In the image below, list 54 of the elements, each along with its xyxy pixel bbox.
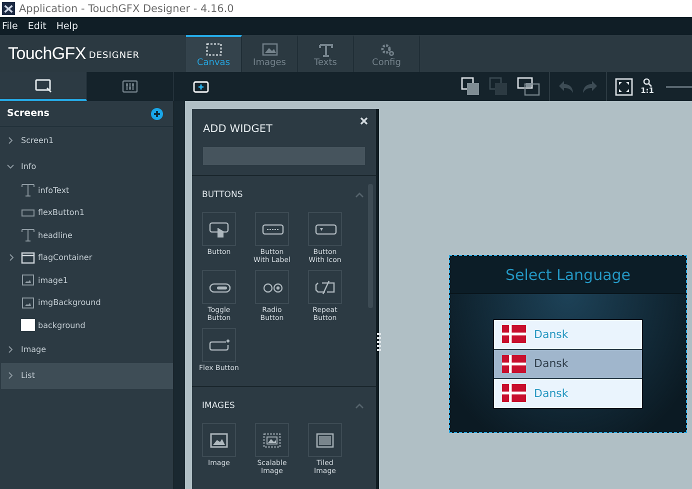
text-icon — [21, 183, 35, 198]
panel-title: ADD WIDGET — [203, 123, 274, 135]
section-title: IMAGES — [202, 401, 235, 412]
tree-item[interactable]: flagContainer — [38, 253, 92, 262]
menu-item[interactable]: Edit — [28, 20, 50, 32]
tree-item[interactable]: imgBackground — [38, 298, 101, 308]
add-screen-icon[interactable] — [151, 108, 163, 120]
screen-title: Select Language — [450, 256, 686, 294]
tree-item[interactable]: infoText — [38, 186, 70, 195]
close-icon[interactable] — [360, 117, 368, 125]
menu-item[interactable]: Help — [56, 20, 82, 32]
screen-preview[interactable]: Select Language Dansk Dansk Dansk — [449, 255, 687, 433]
tab[interactable]: Canvas — [186, 35, 242, 72]
search-icon — [642, 78, 652, 88]
search-field[interactable] — [203, 147, 365, 165]
tree-item[interactable]: Info — [1, 153, 173, 179]
chevron-right-icon[interactable] — [8, 254, 15, 262]
tree-item[interactable]: List — [1, 362, 173, 388]
screen-icon — [34, 78, 52, 92]
text-icon — [316, 42, 334, 56]
chevron-right-icon[interactable] — [7, 136, 14, 144]
container-icon — [21, 250, 35, 265]
arrange-icon[interactable] — [516, 76, 541, 96]
tree-item[interactable]: Screen1 — [1, 127, 173, 153]
app-icon — [2, 2, 15, 15]
bring-front-icon[interactable] — [460, 76, 481, 96]
panel-tab[interactable] — [0, 72, 87, 101]
flag-icon — [502, 325, 526, 344]
sliders-icon — [122, 80, 138, 94]
box-icon — [21, 318, 35, 332]
tree-item[interactable]: background — [38, 320, 86, 330]
add-icon — [193, 80, 209, 92]
flag-icon — [502, 384, 526, 402]
image-icon — [260, 42, 278, 56]
language-row[interactable]: Dansk — [494, 350, 642, 378]
logo: TouchGFX DESIGNER — [7, 42, 141, 64]
fit-screen-icon[interactable] — [614, 78, 633, 96]
image-icon — [21, 273, 35, 288]
image-icon — [21, 296, 35, 310]
chevron-right-icon[interactable] — [7, 346, 14, 353]
flag-icon — [502, 354, 526, 373]
panel-title: Screens — [7, 108, 50, 119]
resize-handle[interactable] — [377, 333, 381, 351]
tree-item[interactable]: image1 — [38, 276, 68, 285]
section-title: BUTTONS — [202, 190, 243, 200]
menu-item[interactable]: File — [2, 20, 22, 32]
text-icon — [21, 228, 35, 242]
tree-item[interactable]: Image — [1, 336, 173, 362]
window-title: Application - TouchGFX Designer - 4.16.0 — [19, 2, 234, 14]
tree-item[interactable]: headline — [38, 230, 72, 240]
chevron-down-icon[interactable] — [7, 162, 14, 170]
chevron-right-icon[interactable] — [7, 372, 14, 379]
selection-icon — [204, 42, 222, 56]
tree-item[interactable]: flexButton1 — [38, 208, 84, 218]
